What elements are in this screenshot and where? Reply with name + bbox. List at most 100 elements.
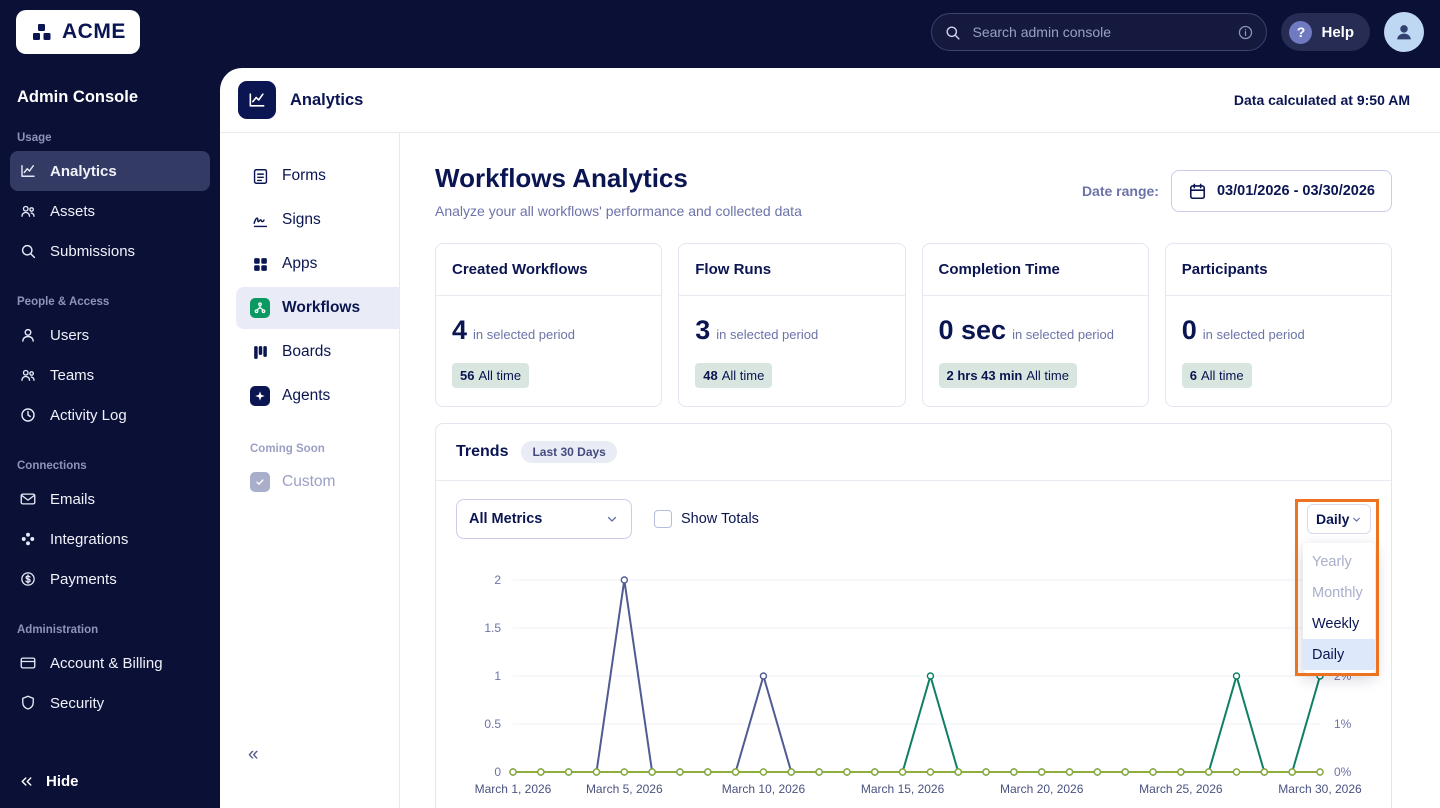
sidebar-item-label: Activity Log xyxy=(50,406,127,424)
sidebar-item-integrations[interactable]: Integrations xyxy=(10,519,210,559)
all-time-badge: 56 All time xyxy=(452,363,530,388)
logo-text: ACME xyxy=(62,20,126,43)
svg-text:1%: 1% xyxy=(1334,717,1352,731)
assets-icon xyxy=(18,201,38,221)
show-totals-checkbox[interactable] xyxy=(654,510,672,528)
sidebar-item-teams[interactable]: Teams xyxy=(10,355,210,395)
admin-search[interactable] xyxy=(931,13,1268,51)
granularity-option-daily[interactable]: Daily xyxy=(1303,639,1375,670)
data-calculated-status: Data calculated at 9:50 AM xyxy=(1233,92,1410,108)
section-label-administration: Administration xyxy=(17,624,99,636)
sidebar-item-emails[interactable]: Emails xyxy=(10,479,210,519)
search-info-icon[interactable] xyxy=(1237,24,1254,41)
stat-period-label: in selected period xyxy=(1202,327,1305,342)
apps-grid-icon xyxy=(250,254,270,274)
sidebar: Admin Console Usage Analytics Assets Sub… xyxy=(0,64,220,808)
subnav-item-signs[interactable]: Signs xyxy=(236,199,399,241)
page-subtitle: Analyze your all workflows' performance … xyxy=(435,203,802,219)
svg-text:March 15, 2026: March 15, 2026 xyxy=(861,782,945,796)
stat-value: 3 xyxy=(695,315,711,345)
agents-sparkle-icon xyxy=(250,386,270,406)
svg-text:March 25, 2026: March 25, 2026 xyxy=(1139,782,1223,796)
stat-card-title: Completion Time xyxy=(922,244,1148,296)
section-label-people-access: People & Access xyxy=(17,296,110,308)
subnav-item-label: Apps xyxy=(282,255,318,272)
stat-card-title: Participants xyxy=(1165,244,1391,296)
sidebar-item-activity-log[interactable]: Activity Log xyxy=(10,395,210,435)
subnav-item-apps[interactable]: Apps xyxy=(236,243,399,285)
users-icon xyxy=(18,325,38,345)
date-range-label: Date range: xyxy=(1081,183,1159,199)
subnav-item-agents[interactable]: Agents xyxy=(236,375,399,417)
integrations-icon xyxy=(18,529,38,549)
granularity-value: Daily xyxy=(1316,511,1350,527)
topbar-right: ? Help xyxy=(931,12,1424,52)
analytics-header-title: Analytics xyxy=(290,90,364,109)
collapse-chevrons-icon xyxy=(18,773,35,790)
subnav-item-label: Forms xyxy=(282,167,326,184)
subnav-item-boards[interactable]: Boards xyxy=(236,331,399,373)
stat-card-completion-time: Completion Time 0 sec in selected period … xyxy=(921,243,1149,407)
svg-text:0.5: 0.5 xyxy=(484,717,501,731)
sidebar-item-account-billing[interactable]: Account & Billing xyxy=(10,643,210,683)
collapse-subnav-button[interactable]: « xyxy=(248,745,259,764)
subnav-item-forms[interactable]: Forms xyxy=(236,155,399,197)
sidebar-item-users[interactable]: Users xyxy=(10,315,210,355)
coming-soon-label: Coming Soon xyxy=(250,443,325,455)
envelope-icon xyxy=(18,489,38,509)
stat-card-participants: Participants 0 in selected period 6 All ti… xyxy=(1164,243,1392,407)
search-input[interactable] xyxy=(970,23,1229,41)
granularity-option-monthly[interactable]: Monthly xyxy=(1303,577,1375,608)
sidebar-item-assets[interactable]: Assets xyxy=(10,191,210,231)
stat-card-title: Created Workflows xyxy=(436,244,662,296)
sidebar-item-analytics[interactable]: Analytics xyxy=(10,151,210,191)
sidebar-title: Admin Console xyxy=(17,88,139,106)
sidebar-item-label: Security xyxy=(50,694,105,712)
teams-icon xyxy=(18,365,38,385)
metric-select[interactable]: All Metrics xyxy=(456,499,632,539)
payments-dollar-icon xyxy=(18,569,38,589)
section-label-usage: Usage xyxy=(17,132,52,144)
credit-card-icon xyxy=(18,653,38,673)
help-label: Help xyxy=(1321,23,1354,41)
subnav-item-label: Boards xyxy=(282,343,332,360)
acme-logo[interactable]: ACME xyxy=(16,10,140,54)
last-30-days-badge: Last 30 Days xyxy=(521,441,617,463)
custom-check-icon xyxy=(250,472,270,492)
stat-card-created-workflows: Created Workflows 4 in selected period 56… xyxy=(435,243,663,407)
sidebar-item-label: Teams xyxy=(50,366,95,384)
sidebar-item-submissions[interactable]: Submissions xyxy=(10,231,210,271)
subnav-item-workflows[interactable]: Workflows xyxy=(236,287,399,329)
all-time-badge: 48 All time xyxy=(695,363,773,388)
user-avatar-icon xyxy=(1397,25,1411,40)
svg-text:March 10, 2026: March 10, 2026 xyxy=(722,782,806,796)
calendar-icon xyxy=(1188,182,1207,201)
date-range-value: 03/01/2026 - 03/30/2026 xyxy=(1216,183,1375,199)
sidebar-item-security[interactable]: Security xyxy=(10,683,210,723)
svg-text:0%: 0% xyxy=(1334,765,1352,779)
help-button[interactable]: ? Help xyxy=(1281,13,1370,51)
subnav-item-label: Agents xyxy=(282,387,331,404)
granularity-select[interactable]: Daily xyxy=(1307,504,1371,534)
sidebar-item-label: Payments xyxy=(50,570,117,588)
svg-text:March 30, 2026: March 30, 2026 xyxy=(1278,782,1362,796)
hide-sidebar-button[interactable]: Hide xyxy=(0,763,220,800)
sidebar-item-label: Emails xyxy=(50,490,96,508)
signature-icon xyxy=(250,210,270,230)
show-totals-label: Show Totals xyxy=(681,511,759,527)
granularity-option-yearly[interactable]: Yearly xyxy=(1303,546,1375,577)
sidebar-item-label: Account & Billing xyxy=(50,654,163,672)
date-range-picker[interactable]: 03/01/2026 - 03/30/2026 xyxy=(1170,170,1392,212)
all-time-badge: 2 hrs 43 min All time xyxy=(938,363,1077,388)
svg-text:March 20, 2026: March 20, 2026 xyxy=(1000,782,1084,796)
submissions-search-icon xyxy=(18,241,38,261)
trends-chart: 0 0.5 1 1.5 2 0% 1% 2% March 1, 2026 March 5, 202… xyxy=(436,557,1391,807)
search-icon xyxy=(944,24,961,41)
sidebar-item-payments[interactable]: Payments xyxy=(10,559,210,599)
granularity-option-weekly[interactable]: Weekly xyxy=(1303,608,1375,639)
trends-title: Trends xyxy=(456,443,509,460)
forms-document-icon xyxy=(250,166,270,186)
subnav-item-custom[interactable]: Custom xyxy=(236,461,399,503)
workflows-icon xyxy=(250,298,270,318)
avatar[interactable] xyxy=(1384,12,1424,52)
